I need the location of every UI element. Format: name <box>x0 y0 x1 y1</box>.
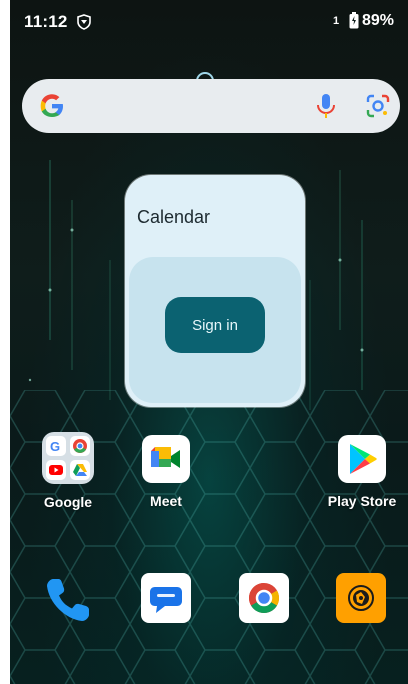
meet-icon <box>142 435 190 483</box>
youtube-mini-icon <box>46 460 66 480</box>
svg-text:G: G <box>50 439 60 454</box>
dock-chrome[interactable] <box>239 573 289 623</box>
clock: 11:12 <box>24 12 68 31</box>
dock-camera[interactable] <box>336 573 386 623</box>
dock-messages[interactable] <box>141 573 191 623</box>
messages-icon <box>141 573 191 623</box>
app-label: Play Store <box>327 493 397 509</box>
drive-mini-icon <box>70 460 90 480</box>
google-folder-icon: G <box>42 432 94 484</box>
battery-charging-icon <box>349 12 359 29</box>
play-store-icon <box>338 435 386 483</box>
status-bar: 11:12 1 89% <box>10 0 408 40</box>
dock-phone[interactable] <box>43 573 95 630</box>
sign-in-button[interactable]: Sign in <box>165 297 265 353</box>
phone-icon <box>47 579 89 621</box>
google-g-mini-icon: G <box>46 436 66 456</box>
app-meet[interactable]: Meet <box>121 435 211 509</box>
sim-indicator: 1 <box>333 15 340 27</box>
home-screen: 11:12 1 89% Calendar Sign in G Google Me… <box>10 0 408 684</box>
widget-title: Calendar <box>137 207 211 227</box>
battery-percentage: 89% <box>362 12 395 29</box>
app-label: Meet <box>150 493 182 509</box>
vpn-shield-icon <box>77 14 91 30</box>
google-search-bar[interactable] <box>22 79 400 133</box>
google-lens-icon[interactable] <box>365 93 391 119</box>
app-google-folder[interactable]: G Google <box>23 432 113 510</box>
microphone-icon[interactable] <box>314 93 338 119</box>
widget-content: Sign in <box>129 257 301 403</box>
chrome-mini-icon <box>70 436 90 456</box>
chrome-icon <box>239 573 289 623</box>
camera-icon <box>336 573 386 623</box>
google-g-icon <box>40 94 63 117</box>
app-play-store[interactable]: Play Store <box>317 435 407 509</box>
calendar-widget[interactable]: Calendar Sign in <box>125 175 305 407</box>
app-label: Google <box>43 494 93 510</box>
